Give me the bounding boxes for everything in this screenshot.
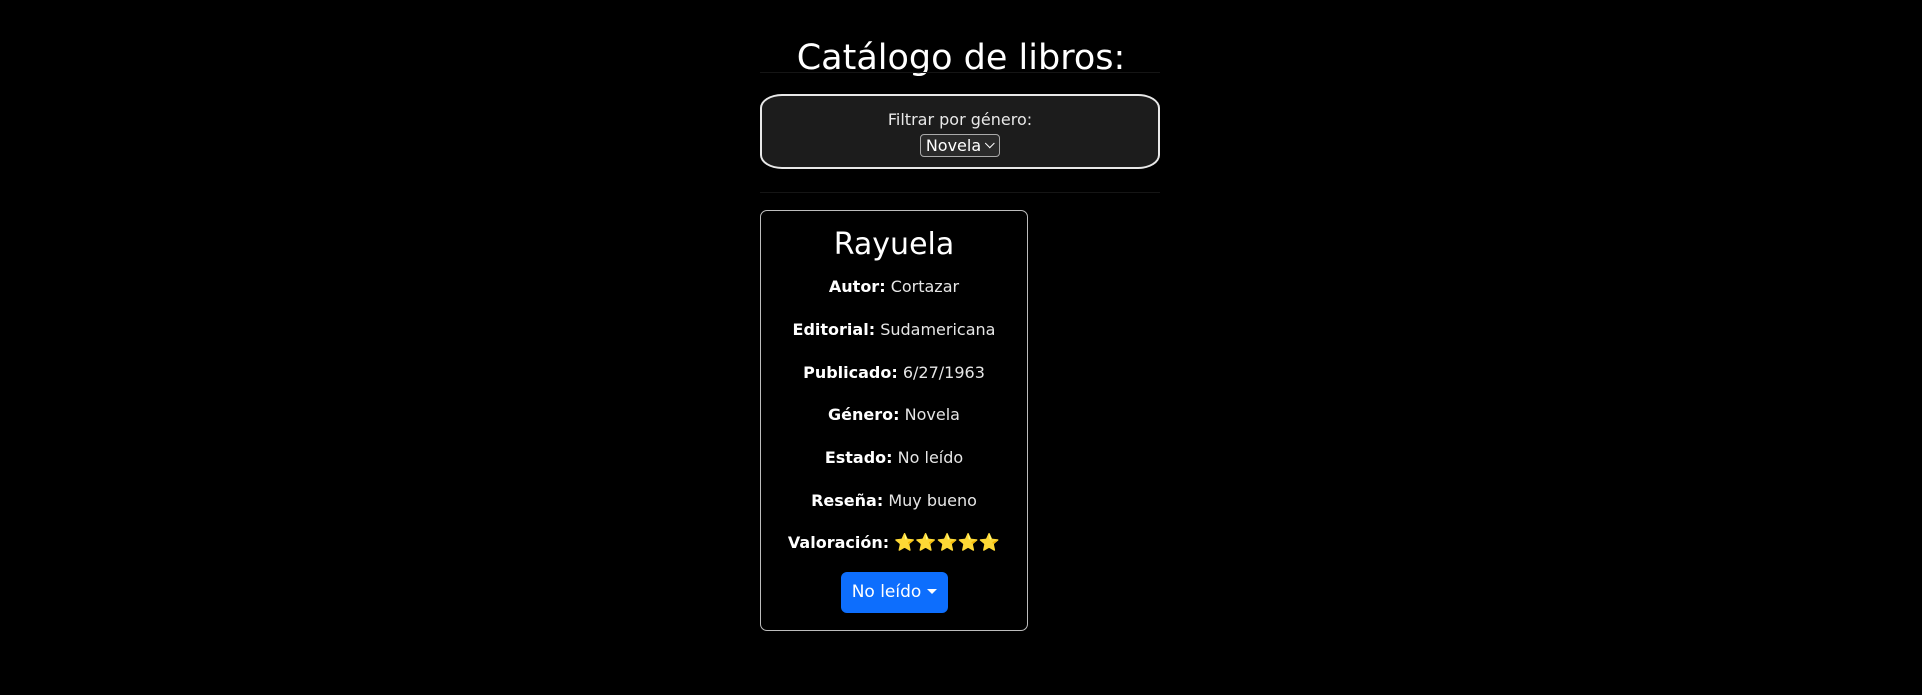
genre-filter-selected-value: Novela [925, 136, 982, 155]
chevron-down-icon [984, 138, 995, 149]
field-value: Cortazar [890, 277, 960, 296]
field-author: Autor: Cortazar [761, 277, 1027, 297]
field-rating: Valoración: ⭐⭐⭐⭐⭐ [761, 533, 1027, 553]
field-status: Estado: No leído [761, 448, 1027, 468]
caret-down-icon [927, 589, 938, 594]
field-label: Editorial: [792, 320, 876, 339]
field-label: Estado: [824, 448, 893, 467]
field-label: Valoración: [787, 533, 890, 552]
status-button-label: No leído [851, 582, 922, 602]
book-title: Rayuela [833, 227, 955, 262]
field-value: Novela [904, 405, 960, 424]
field-label: Género: [828, 405, 900, 424]
field-label: Autor: [828, 277, 886, 296]
field-value: 6/27/1963 [902, 363, 985, 382]
genre-filter-select[interactable]: Novela [919, 134, 1001, 157]
field-value: Muy bueno [888, 491, 977, 510]
field-value: Sudamericana [880, 320, 996, 339]
genre-filter-panel: Filtrar por género: Novela [760, 94, 1160, 169]
field-genre: Género: Novela [761, 405, 1027, 425]
page-title: Catálogo de libros: [796, 38, 1126, 79]
field-published: Publicado: 6/27/1963 [761, 363, 1027, 383]
status-dropdown-button[interactable]: No leído [841, 572, 948, 613]
genre-filter-label: Filtrar por género: [887, 110, 1033, 129]
field-label: Reseña: [811, 491, 884, 510]
book-card: Rayuela Autor: Cortazar Editorial: Sudam… [760, 210, 1028, 631]
field-publisher: Editorial: Sudamericana [761, 320, 1027, 340]
rating-stars-icon: ⭐⭐⭐⭐⭐ [894, 533, 1001, 553]
field-value: No leído [897, 448, 964, 467]
divider-top [760, 72, 1160, 73]
divider-bottom [760, 192, 1160, 193]
field-label: Publicado: [803, 363, 898, 382]
field-review: Reseña: Muy bueno [761, 491, 1027, 511]
